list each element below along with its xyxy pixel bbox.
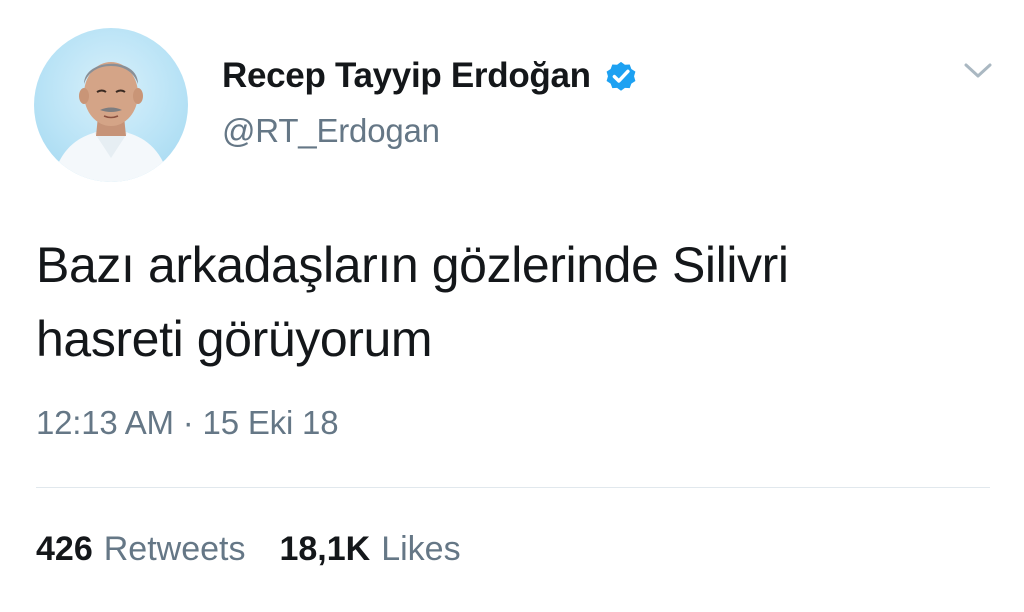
avatar[interactable] (34, 28, 188, 182)
divider (36, 487, 990, 488)
display-name[interactable]: Recep Tayyip Erdoğan (222, 56, 591, 96)
avatar-image (52, 62, 170, 182)
likes-label: Likes (381, 530, 461, 568)
likes-stat[interactable]: 18,1K Likes (279, 530, 460, 569)
author-handle[interactable]: @RT_Erdogan (222, 112, 440, 150)
tweet-text-line: Bazı arkadaşların gözlerinde Silivri (36, 237, 789, 293)
retweets-label: Retweets (103, 530, 246, 568)
tweet-text-line: hasreti görüyorum (36, 311, 433, 367)
author-name-row: Recep Tayyip Erdoğan (222, 52, 639, 100)
retweets-count: 426 (36, 530, 93, 568)
verified-badge-icon (603, 58, 639, 94)
tweet-timestamp[interactable]: 12:13 AM · 15 Eki 18 (36, 404, 339, 442)
chevron-down-icon[interactable] (960, 56, 996, 84)
retweets-stat[interactable]: 426 Retweets (36, 530, 245, 569)
tweet-text: Bazı arkadaşların gözlerinde Silivri has… (36, 228, 996, 376)
tweet-stats: 426 Retweets 18,1K Likes (36, 530, 461, 569)
likes-count: 18,1K (279, 530, 371, 568)
